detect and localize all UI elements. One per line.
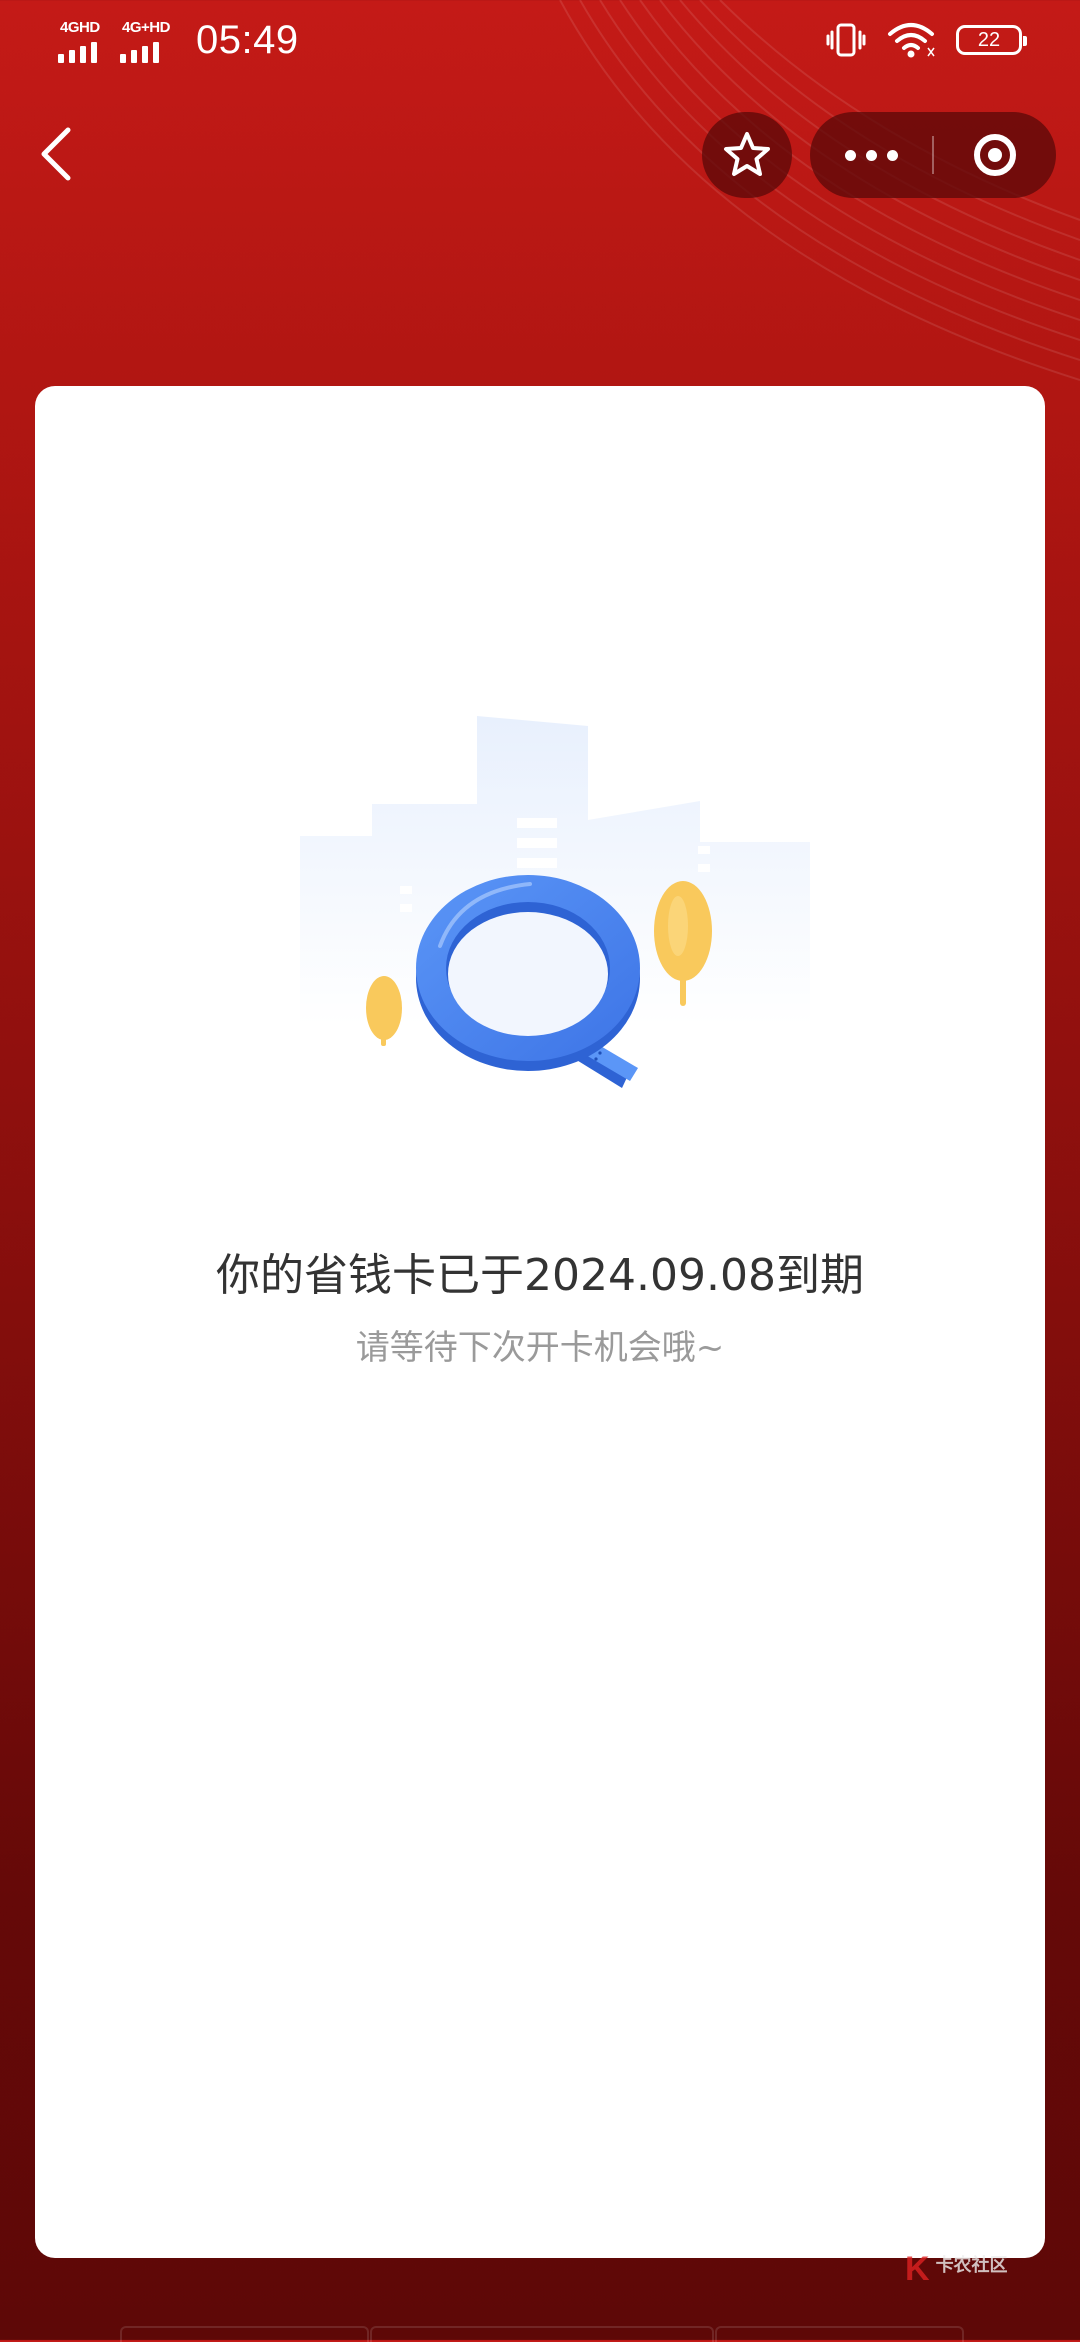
more-dots-icon <box>845 149 856 161</box>
watermark-k-logo: K <box>905 2250 930 2288</box>
expired-message-title: 你的省钱卡已于2024.09.08到期 <box>216 1250 864 1301</box>
close-button[interactable] <box>933 112 1056 198</box>
status-bar: 4GHD 4G+HD 05:49 22 <box>0 0 1080 90</box>
back-button[interactable] <box>34 122 78 186</box>
empty-search-illustration <box>300 716 810 1088</box>
expired-message-subtitle: 请等待下次开卡机会哦~ <box>355 1328 725 1368</box>
bottom-tab-fragments <box>0 2326 1080 2342</box>
sim2-network-label: 4G+HD <box>122 18 170 36</box>
battery-level: 22 <box>977 29 1001 51</box>
watermark-name: 卡农社区 <box>935 2255 1008 2276</box>
watermark-logo: K 卡农社区 <box>905 2250 1008 2289</box>
wifi-icon <box>888 23 935 58</box>
expired-card: 你的省钱卡已于2024.09.08到期 请等待下次开卡机会哦~ <box>35 386 1045 2258</box>
battery-icon: 22 <box>956 25 1027 55</box>
favorite-button[interactable] <box>702 112 792 198</box>
sim1-network-label: 4GHD <box>60 18 100 36</box>
signal-sim2-icon: 4G+HD <box>120 19 180 63</box>
status-time: 05:49 <box>196 18 299 62</box>
target-close-icon <box>973 134 1016 176</box>
chevron-left-icon <box>41 127 71 181</box>
signal-sim1-icon: 4GHD <box>58 19 110 63</box>
more-button[interactable] <box>810 112 933 198</box>
star-icon <box>724 132 770 176</box>
mini-program-capsule <box>810 112 1056 198</box>
vibrate-icon <box>826 23 866 57</box>
